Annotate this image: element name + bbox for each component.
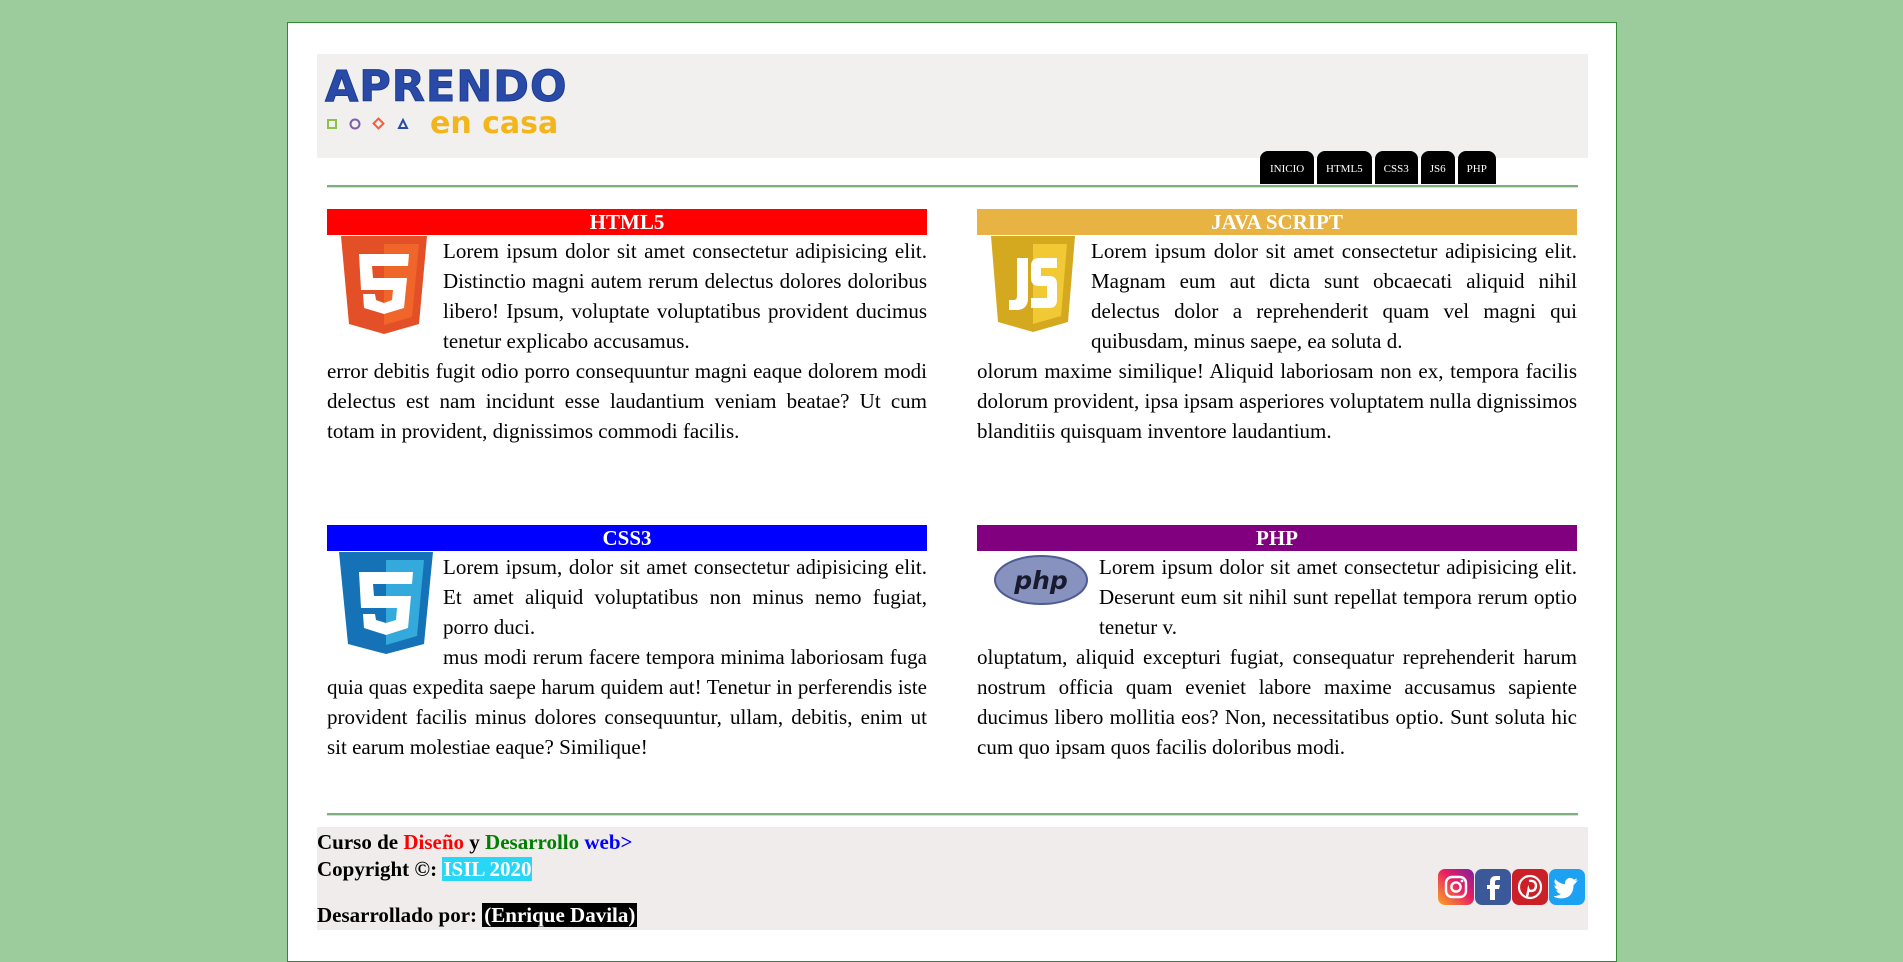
section-body: olorum maxime similique! Aliquid laborio… <box>977 359 1577 443</box>
nav-item-css3[interactable]: CSS3 <box>1374 151 1418 184</box>
nav-item-php[interactable]: PHP <box>1457 151 1496 184</box>
footer-diseno: Diseño <box>403 830 465 854</box>
section-php: PHP php Lorem ipsum dolor sit amet conse… <box>977 525 1577 762</box>
footer-dev-value: (Enrique Davila) <box>482 903 638 927</box>
top-divider <box>327 185 1578 188</box>
footer-course-line: Curso de Diseño y Desarrollo web> <box>317 829 633 856</box>
bottom-divider <box>327 813 1578 816</box>
logo-shapes-icon <box>327 117 409 130</box>
javascript-icon <box>991 236 1075 332</box>
footer: Curso de Diseño y Desarrollo web> Copyri… <box>317 827 1588 930</box>
twitter-icon[interactable] <box>1549 869 1585 905</box>
social-links <box>1438 869 1585 905</box>
footer-copyright-value: ISIL 2020 <box>442 857 533 881</box>
html5-icon <box>341 236 427 334</box>
section-html5: HTML5 Lorem ipsum dolor sit amet consect… <box>327 209 927 446</box>
svg-text:php: php <box>1013 566 1068 595</box>
section-body: oluptatum, aliquid excepturi fugiat, con… <box>977 645 1577 759</box>
footer-dev-label: Desarrollado por: <box>317 903 478 927</box>
php-icon: php <box>994 555 1088 605</box>
footer-desarrollo: Desarrollo <box>485 830 580 854</box>
footer-curso: Curso de <box>317 830 399 854</box>
logo-main-text: APRENDO <box>325 62 568 113</box>
footer-developer-line: Desarrollado por: (Enrique Davila) <box>317 902 638 929</box>
page-container: APRENDO en casa INICIO HTML5 CSS3 JS6 PH… <box>287 22 1617 962</box>
section-title: CSS3 <box>327 525 927 551</box>
nav-item-js6[interactable]: JS6 <box>1420 151 1455 184</box>
facebook-icon[interactable] <box>1475 869 1511 905</box>
footer-copyright-label: Copyright ©: <box>317 857 438 881</box>
logo[interactable]: APRENDO en casa <box>317 54 583 158</box>
section-javascript: JAVA SCRIPT Lorem ipsum dolor sit amet c… <box>977 209 1577 446</box>
section-title: HTML5 <box>327 209 927 235</box>
pinterest-icon[interactable] <box>1512 869 1548 905</box>
section-title: PHP <box>977 525 1577 551</box>
css3-icon <box>339 552 433 654</box>
section-body: mus modi rerum facere tempora minima lab… <box>327 645 927 759</box>
main-nav: INICIO HTML5 CSS3 JS6 PHP <box>1260 151 1496 184</box>
nav-item-inicio[interactable]: INICIO <box>1260 151 1314 184</box>
footer-web: web> <box>584 830 633 854</box>
header: APRENDO en casa <box>317 54 1588 158</box>
footer-y: y <box>469 830 480 854</box>
section-title: JAVA SCRIPT <box>977 209 1577 235</box>
logo-sub-text: en casa <box>430 106 559 141</box>
footer-copyright-line: Copyright ©: ISIL 2020 <box>317 856 533 883</box>
nav-item-html5[interactable]: HTML5 <box>1317 151 1372 184</box>
instagram-icon[interactable] <box>1438 869 1474 905</box>
section-body: error debitis fugit odio porro consequun… <box>327 359 927 443</box>
section-css3: CSS3 Lorem ipsum, dolor sit amet consect… <box>327 525 927 762</box>
